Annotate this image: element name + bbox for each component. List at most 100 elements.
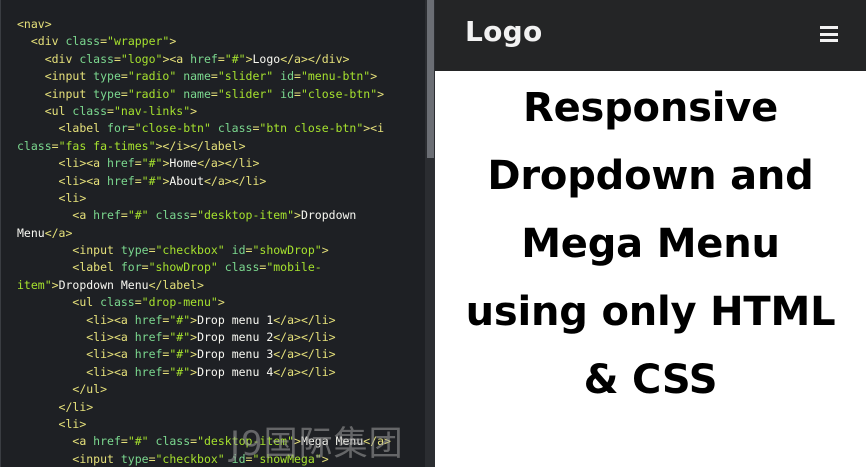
preview-pane: Logo Responsive Dropdown and Mega Menu u… bbox=[435, 0, 866, 467]
code-token: type bbox=[120, 451, 149, 466]
code-token: Dropdown bbox=[300, 208, 357, 223]
code-token: </a> bbox=[44, 225, 73, 240]
code-token: <nav> bbox=[17, 17, 52, 31]
code-token: Dropdown Menu bbox=[58, 277, 149, 292]
code-token: <div bbox=[44, 51, 80, 66]
code-token: Drop menu 1 bbox=[197, 312, 274, 327]
navbar: Logo bbox=[435, 0, 866, 71]
code-token: href bbox=[134, 312, 163, 327]
code-token: "#" bbox=[127, 434, 156, 449]
code-token: class bbox=[79, 51, 114, 66]
code-token: <a bbox=[72, 434, 94, 449]
code-token: "fas fa-times" bbox=[58, 138, 156, 153]
menu-bar-top bbox=[820, 26, 838, 29]
code-token: </ul> bbox=[72, 382, 108, 397]
code-token: "nav-links" bbox=[113, 103, 191, 118]
code-line: <li><a href="#">Drop menu 2</a></li> bbox=[17, 329, 422, 346]
code-token: "#" bbox=[141, 173, 163, 188]
code-token: "#" bbox=[127, 208, 156, 223]
code-line: </li> bbox=[17, 399, 422, 416]
code-token: = bbox=[294, 69, 301, 84]
code-token: href bbox=[134, 347, 163, 362]
page-headline: Responsive Dropdown and Mega Menu using … bbox=[435, 74, 866, 414]
code-token: <li> bbox=[58, 416, 87, 431]
hamburger-menu-icon[interactable] bbox=[820, 26, 838, 42]
code-token: Home bbox=[169, 156, 198, 171]
logo-link[interactable]: Logo bbox=[465, 15, 543, 48]
code-token: "desktop-item" bbox=[197, 208, 295, 223]
code-token: type bbox=[93, 86, 121, 101]
code-token: About bbox=[169, 173, 204, 188]
code-token: <li><a bbox=[86, 364, 135, 379]
code-token: > bbox=[294, 208, 301, 223]
code-token: = bbox=[127, 121, 135, 136]
code-token: name bbox=[183, 69, 211, 84]
code-token: <li> bbox=[58, 190, 87, 205]
code-token: "checkbox" bbox=[155, 243, 232, 258]
code-token: = bbox=[120, 434, 128, 449]
code-line: <li><a href="#">Home</a></li> bbox=[17, 155, 422, 172]
code-token: = bbox=[148, 451, 156, 466]
code-token: > bbox=[321, 243, 329, 258]
code-token: = bbox=[107, 103, 114, 118]
code-token: <input bbox=[44, 86, 94, 101]
code-token: href bbox=[134, 330, 163, 345]
code-token: href bbox=[134, 364, 163, 379]
code-token: class bbox=[155, 434, 191, 449]
code-token: = bbox=[134, 173, 142, 188]
code-line: <ul class="drop-menu"> bbox=[17, 294, 422, 311]
code-token: <li><a bbox=[86, 330, 135, 345]
code-line: item">Dropdown Menu</label> bbox=[17, 277, 422, 294]
code-token: = bbox=[100, 34, 108, 49]
code-listing[interactable]: <nav> <div class="wrapper"> <div class="… bbox=[17, 16, 422, 467]
editor-scroll-thumb[interactable] bbox=[427, 0, 434, 158]
code-token: "mobile- bbox=[266, 260, 322, 275]
code-token: </a></li> bbox=[273, 312, 336, 327]
code-token: Drop menu 3 bbox=[197, 347, 274, 362]
code-token: "#" bbox=[169, 364, 191, 379]
code-token: = bbox=[120, 69, 128, 84]
code-token: "#" bbox=[169, 347, 191, 362]
code-token: name bbox=[183, 86, 211, 101]
code-token: "close-btn" bbox=[300, 86, 378, 101]
code-token: = bbox=[141, 260, 149, 275]
code-line: <label for="showDrop" class="mobile- bbox=[17, 259, 422, 276]
code-token: </label> bbox=[148, 277, 204, 292]
code-token: </a></li> bbox=[204, 173, 267, 188]
code-token: href bbox=[190, 51, 218, 66]
headline-line-1: Responsive bbox=[522, 85, 779, 131]
code-token: "wrapper" bbox=[107, 34, 170, 49]
code-token: href bbox=[93, 208, 121, 223]
code-token: <input bbox=[72, 451, 121, 466]
code-token: </a></li> bbox=[273, 330, 336, 345]
code-token: = bbox=[134, 295, 142, 310]
code-token: type bbox=[120, 243, 149, 258]
code-token: ><a bbox=[162, 51, 191, 66]
headline-line-4: using only HTML bbox=[465, 289, 836, 335]
code-token: > bbox=[217, 295, 225, 310]
code-token: > bbox=[51, 277, 59, 292]
code-token: Menu bbox=[17, 225, 45, 240]
code-editor-pane[interactable]: <nav> <div class="wrapper"> <div class="… bbox=[0, 0, 435, 467]
code-token: "btn close-btn" bbox=[259, 121, 364, 136]
menu-bar-bottom bbox=[820, 39, 838, 42]
code-token: <li><a bbox=[58, 156, 108, 171]
code-token: href bbox=[93, 434, 121, 449]
code-token: <div bbox=[30, 34, 66, 49]
code-token: = bbox=[148, 243, 156, 258]
code-token: <input bbox=[72, 243, 121, 258]
code-token: "radio" bbox=[127, 86, 184, 101]
editor-scrollbar[interactable] bbox=[425, 0, 435, 467]
code-token: > bbox=[169, 34, 177, 49]
code-token: <a bbox=[72, 208, 94, 223]
code-line: <label for="close-btn" class="btn close-… bbox=[17, 120, 422, 137]
